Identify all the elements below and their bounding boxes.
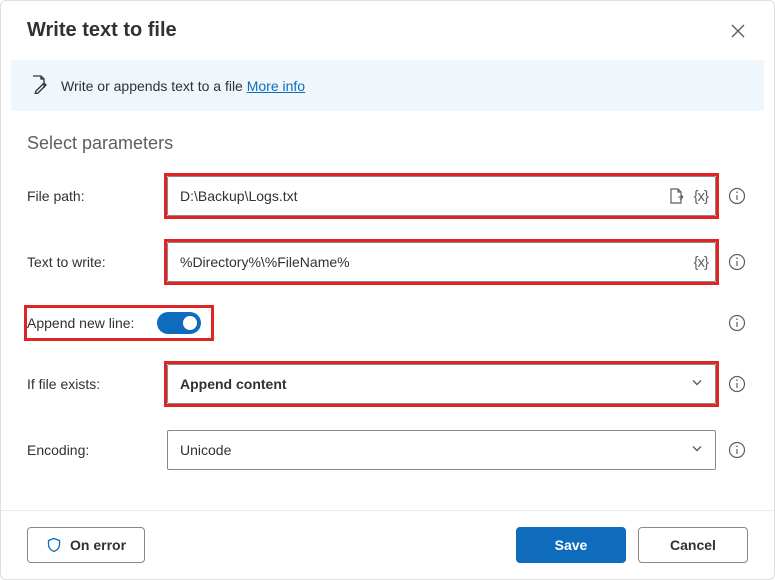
if-file-exists-control: Append content [167, 364, 716, 404]
label-encoding: Encoding: [27, 442, 157, 458]
row-append-new-line: Append new line: [27, 308, 748, 338]
file-picker-button[interactable] [667, 187, 685, 205]
dialog-header: Write text to file [1, 1, 774, 56]
text-to-write-input[interactable]: %Directory%\%FileName% [167, 242, 716, 282]
if-file-exists-value: Append content [180, 376, 287, 392]
encoding-control: Unicode [167, 430, 716, 470]
file-arrow-icon [667, 187, 685, 205]
info-icon [728, 375, 746, 393]
label-text-to-write: Text to write: [27, 254, 157, 270]
info-icon [728, 187, 746, 205]
label-if-file-exists: If file exists: [27, 376, 157, 392]
text-to-write-adornments: {x} [693, 242, 708, 282]
row-text-to-write: Text to write: %Directory%\%FileName% {x… [27, 242, 748, 282]
info-icon [728, 314, 746, 332]
info-button-append-new-line[interactable] [726, 312, 748, 334]
row-if-file-exists: If file exists: Append content [27, 364, 748, 404]
file-path-adornments: {x} [667, 176, 708, 216]
if-file-exists-select[interactable]: Append content [167, 364, 716, 404]
label-append-new-line: Append new line: [27, 315, 157, 331]
append-new-line-toggle[interactable] [157, 312, 201, 334]
cancel-label: Cancel [670, 537, 716, 553]
info-button-text-to-write[interactable] [726, 251, 748, 273]
text-to-write-value: %Directory%\%FileName% [180, 254, 350, 270]
info-button-file-path[interactable] [726, 185, 748, 207]
info-bar-text: Write or appends text to a file More inf… [61, 78, 305, 94]
cancel-button[interactable]: Cancel [638, 527, 748, 563]
info-button-if-file-exists[interactable] [726, 373, 748, 395]
variable-picker-button[interactable]: {x} [693, 188, 708, 205]
row-encoding: Encoding: Unicode [27, 430, 748, 470]
encoding-select[interactable]: Unicode [167, 430, 716, 470]
variable-picker-button[interactable]: {x} [693, 254, 708, 271]
append-new-line-group: Append new line: [27, 308, 211, 338]
section-title: Select parameters [27, 133, 748, 154]
more-info-link[interactable]: More info [247, 78, 305, 94]
save-button[interactable]: Save [516, 527, 626, 563]
info-bar: Write or appends text to a file More inf… [11, 60, 764, 111]
on-error-button[interactable]: On error [27, 527, 145, 563]
write-text-to-file-dialog: Write text to file Write or appends text… [0, 0, 775, 580]
file-edit-icon [29, 74, 49, 97]
shield-icon [46, 537, 62, 553]
dialog-title: Write text to file [27, 19, 177, 42]
dialog-body: Select parameters File path: D:\Backup\L… [1, 111, 774, 510]
file-path-input[interactable]: D:\Backup\Logs.txt [167, 176, 716, 216]
info-bar-message: Write or appends text to a file [61, 78, 247, 94]
on-error-label: On error [70, 537, 126, 553]
close-icon [731, 24, 745, 38]
text-to-write-control: %Directory%\%FileName% {x} [167, 242, 716, 282]
row-file-path: File path: D:\Backup\Logs.txt {x} [27, 176, 748, 216]
info-button-encoding[interactable] [726, 439, 748, 461]
save-label: Save [555, 537, 588, 553]
info-icon [728, 253, 746, 271]
encoding-value: Unicode [180, 442, 231, 458]
close-button[interactable] [728, 21, 748, 41]
info-icon [728, 441, 746, 459]
dialog-footer: On error Save Cancel [1, 510, 774, 579]
footer-right: Save Cancel [516, 527, 748, 563]
label-file-path: File path: [27, 188, 157, 204]
file-path-control: D:\Backup\Logs.txt {x} [167, 176, 716, 216]
file-path-value: D:\Backup\Logs.txt [180, 188, 298, 204]
